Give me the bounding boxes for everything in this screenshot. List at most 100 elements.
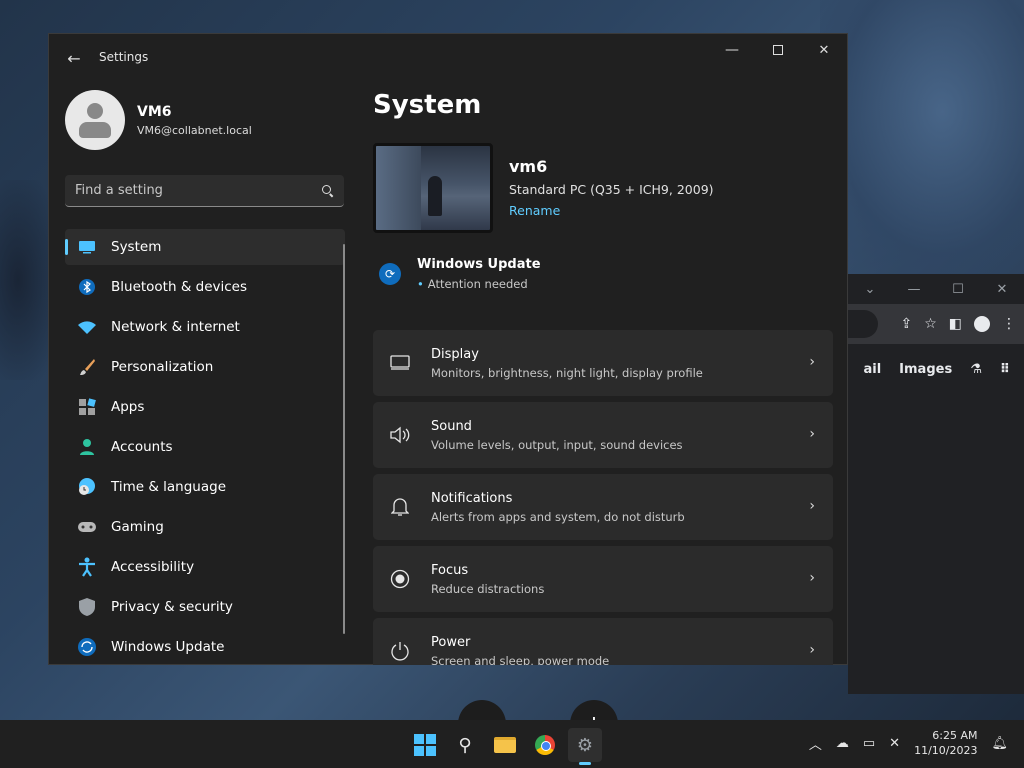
sidebar-nav: System Bluetooth & devices Network & int…: [65, 229, 345, 669]
sidebar-item-accounts[interactable]: Accounts: [65, 429, 345, 465]
bell-icon: [389, 496, 411, 518]
background-browser-window[interactable]: ⌄ — ☐ ✕ ⇪ ☆ ◧ ⋮ ail Images ⚗ ⠿: [848, 274, 1024, 694]
profile-icon[interactable]: [974, 316, 990, 332]
settings-taskbar-button[interactable]: ⚙: [568, 728, 602, 765]
power-card[interactable]: Power Screen and sleep, power mode ›: [373, 618, 833, 665]
status-dot: •: [417, 277, 424, 291]
apps-grid-icon[interactable]: ⠿: [1000, 362, 1010, 377]
sidebar-item-network[interactable]: Network & internet: [65, 309, 345, 345]
date-text: 11/10/2023: [914, 744, 978, 757]
chevron-up-icon[interactable]: ︿: [809, 734, 822, 753]
share-icon[interactable]: ⇪: [900, 316, 912, 332]
chevron-right-icon: ›: [809, 426, 815, 442]
sidebar-item-apps[interactable]: Apps: [65, 389, 345, 425]
file-explorer-button[interactable]: [488, 728, 522, 762]
side-panel-icon[interactable]: ◧: [949, 316, 962, 332]
card-subtitle: Volume levels, output, input, sound devi…: [431, 437, 683, 452]
start-button[interactable]: [408, 728, 442, 762]
star-icon[interactable]: ☆: [924, 316, 937, 332]
notifications-card[interactable]: Notifications Alerts from apps and system…: [373, 474, 833, 540]
bell-icon[interactable]: 🔔︎: [991, 736, 1008, 751]
sidebar-item-gaming[interactable]: Gaming: [65, 509, 345, 545]
globe-clock-icon: [77, 477, 97, 497]
wifi-icon: [77, 317, 97, 337]
sidebar-item-windows-update[interactable]: Windows Update: [65, 629, 345, 665]
card-subtitle: Monitors, brightness, night light, displ…: [431, 365, 703, 380]
images-link[interactable]: Images: [899, 362, 952, 377]
volume-muted-icon[interactable]: ✕: [889, 736, 900, 751]
sidebar-item-label: Gaming: [111, 519, 164, 535]
chrome-icon: [535, 735, 555, 755]
gmail-link[interactable]: ail: [863, 362, 881, 377]
address-bar-edge[interactable]: [848, 310, 878, 338]
chevron-right-icon: ›: [809, 570, 815, 586]
display-card[interactable]: Display Monitors, brightness, night light…: [373, 330, 833, 396]
main-content: System vm6 Standard PC (Q35 + ICH9, 2009…: [373, 90, 833, 294]
maximize-icon: [773, 45, 783, 55]
sidebar-item-accessibility[interactable]: Accessibility: [65, 549, 345, 585]
sidebar-item-label: Network & internet: [111, 319, 240, 335]
window-title: Settings: [99, 50, 149, 64]
rename-link[interactable]: Rename: [509, 203, 560, 218]
close-button[interactable]: ✕: [801, 34, 847, 66]
search-box[interactable]: [65, 175, 344, 207]
more-icon[interactable]: ⋮: [1002, 316, 1016, 332]
user-account[interactable]: VM6 VM6@collabnet.local: [65, 90, 252, 150]
labs-icon[interactable]: ⚗: [970, 362, 982, 377]
sound-card[interactable]: Sound Volume levels, output, input, sound…: [373, 402, 833, 468]
card-title: Power: [431, 634, 471, 650]
gamepad-icon: [77, 517, 97, 537]
windows-update-status[interactable]: ⟳ Windows Update • Attention needed: [373, 254, 833, 294]
search-icon[interactable]: [322, 184, 334, 197]
avatar: [65, 90, 125, 150]
sidebar-item-label: System: [111, 239, 162, 255]
cloud-offline-icon[interactable]: ☁: [836, 736, 849, 751]
search-button[interactable]: ⚲: [448, 728, 482, 762]
windows-logo-icon: [414, 734, 436, 756]
sidebar-item-personalization[interactable]: Personalization: [65, 349, 345, 385]
search-input[interactable]: [75, 183, 322, 198]
close-icon[interactable]: ✕: [980, 282, 1024, 297]
monitor-icon: [77, 237, 97, 257]
chevron-down-icon[interactable]: ⌄: [848, 282, 892, 297]
apps-icon: [77, 397, 97, 417]
clock[interactable]: 6:25 AM 11/10/2023: [914, 728, 977, 758]
chevron-right-icon: ›: [809, 354, 815, 370]
card-title: Sound: [431, 418, 472, 434]
sidebar-item-label: Time & language: [111, 479, 227, 495]
sidebar-item-label: Bluetooth & devices: [111, 279, 248, 295]
sidebar-item-bluetooth[interactable]: Bluetooth & devices: [65, 269, 345, 305]
network-icon[interactable]: ▭: [863, 736, 875, 751]
sidebar-item-system[interactable]: System: [65, 229, 345, 265]
sidebar-item-time-language[interactable]: Time & language: [65, 469, 345, 505]
sidebar-item-label: Windows Update: [111, 639, 225, 655]
page-title: System: [373, 90, 482, 120]
settings-window: ← Settings — ✕ VM6 VM6@collabnet.local S…: [48, 33, 848, 665]
system-tray: ︿ ☁ ▭ ✕ 6:25 AM 11/10/2023 🔔︎: [809, 728, 1008, 758]
sidebar-item-privacy[interactable]: Privacy & security: [65, 589, 345, 625]
device-name: vm6: [509, 157, 548, 176]
device-info: vm6 Standard PC (Q35 + ICH9, 2009) Renam…: [373, 142, 833, 234]
minimize-button[interactable]: —: [709, 34, 755, 66]
sidebar-scrollbar[interactable]: [343, 244, 345, 634]
card-subtitle: Reduce distractions: [431, 581, 545, 596]
taskbar: ⚲ ⚙ ︿ ☁ ▭ ✕ 6:25 AM 11/10/2023 🔔︎: [0, 720, 1024, 768]
browser-titlebar: ⌄ — ☐ ✕: [848, 274, 1024, 304]
speaker-icon: [389, 424, 411, 446]
gear-icon: ⚙: [576, 734, 594, 756]
chrome-button[interactable]: [528, 728, 562, 762]
taskbar-apps: ⚲ ⚙: [408, 728, 602, 765]
browser-toolbar: ⇪ ☆ ◧ ⋮: [848, 304, 1024, 344]
card-title: Display: [431, 346, 479, 362]
user-name: VM6: [137, 103, 172, 120]
back-arrow-icon[interactable]: ←: [63, 48, 85, 70]
maximize-button[interactable]: [755, 34, 801, 66]
chevron-right-icon: ›: [809, 642, 815, 658]
focus-icon: [389, 568, 411, 590]
brush-icon: [77, 357, 97, 377]
minimize-icon[interactable]: —: [892, 282, 936, 297]
focus-card[interactable]: Focus Reduce distractions ›: [373, 546, 833, 612]
maximize-icon[interactable]: ☐: [936, 282, 980, 297]
person-icon: [77, 437, 97, 457]
desktop-wallpaper-thumbnail: [373, 143, 493, 233]
